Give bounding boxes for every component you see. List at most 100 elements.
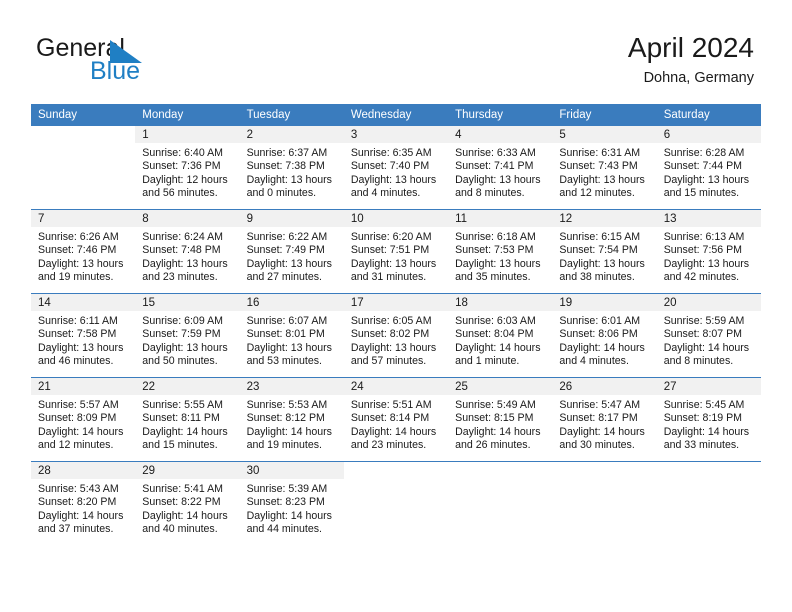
day-cell[interactable]: 9 Sunrise: 6:22 AM Sunset: 7:49 PM Daylight…: [239, 210, 344, 293]
day-cell[interactable]: 4 Sunrise: 6:33 AM Sunset: 7:41 PM Daylight…: [448, 126, 553, 209]
day-number: 24: [343, 378, 449, 395]
daylight-text-line1: Daylight: 13 hours: [38, 341, 124, 354]
day-cell[interactable]: 25 Sunrise: 5:49 AM Sunset: 8:15 PM Dayligh…: [448, 378, 553, 461]
day-number: 30: [239, 462, 344, 479]
title-block: April 2024 Dohna, Germany: [628, 33, 754, 87]
calendar-cell: [31, 126, 136, 210]
calendar-week-row: 7 Sunrise: 6:26 AM Sunset: 7:46 PM Daylight…: [31, 209, 761, 294]
day-cell[interactable]: 29 Sunrise: 5:41 AM Sunset: 8:22 PM Dayligh…: [135, 462, 240, 545]
weekday-header-thursday: Thursday: [448, 104, 553, 126]
weekday-header-monday: Monday: [135, 104, 240, 126]
day-cell[interactable]: 17 Sunrise: 6:05 AM Sunset: 8:02 PM Dayligh…: [343, 294, 449, 377]
daylight-text-line2: and 30 minutes.: [559, 439, 635, 452]
day-cell[interactable]: 13 Sunrise: 6:13 AM Sunset: 7:56 PM Dayligh…: [656, 210, 761, 293]
calendar-cell: 8 Sunrise: 6:24 AM Sunset: 7:48 PM Daylight…: [135, 209, 240, 294]
day-cell[interactable]: 10 Sunrise: 6:20 AM Sunset: 7:51 PM Dayligh…: [343, 210, 449, 293]
day-info: Sunrise: 5:53 AM Sunset: 8:12 PM Daylight:…: [240, 395, 344, 453]
daylight-text-line2: and 19 minutes.: [38, 271, 114, 284]
sunset-text: Sunset: 8:01 PM: [246, 328, 325, 341]
day-info: Sunrise: 5:45 AM Sunset: 8:19 PM Daylight:…: [657, 395, 761, 453]
calendar-cell: 21 Sunrise: 5:57 AM Sunset: 8:09 PM Dayligh…: [31, 377, 136, 462]
day-cell[interactable]: 16 Sunrise: 6:07 AM Sunset: 8:01 PM Dayligh…: [239, 294, 344, 377]
day-cell[interactable]: 3 Sunrise: 6:35 AM Sunset: 7:40 PM Daylight…: [343, 126, 449, 209]
calendar-cell: 4 Sunrise: 6:33 AM Sunset: 7:41 PM Daylight…: [448, 126, 553, 210]
page-title: April 2024: [627, 32, 754, 63]
sunrise-text: Sunrise: 5:53 AM: [246, 399, 328, 411]
day-number: 26: [552, 378, 657, 395]
sunrise-text: Sunrise: 5:41 AM: [142, 483, 223, 495]
daylight-text-line1: Daylight: 13 hours: [559, 173, 645, 186]
daylight-text-line1: Daylight: 14 hours: [663, 425, 750, 438]
sunrise-text: Sunrise: 6:37 AM: [246, 147, 328, 159]
day-cell[interactable]: 24 Sunrise: 5:51 AM Sunset: 8:14 PM Dayligh…: [343, 378, 449, 461]
daylight-text-line1: Daylight: 13 hours: [246, 173, 332, 186]
sunset-text: Sunset: 8:02 PM: [350, 328, 430, 341]
day-cell[interactable]: 20 Sunrise: 5:59 AM Sunset: 8:07 PM Dayligh…: [656, 294, 761, 377]
sunrise-text: Sunrise: 6:18 AM: [455, 231, 536, 243]
sunset-text: Sunset: 7:43 PM: [559, 160, 638, 173]
day-number: 20: [656, 294, 761, 311]
day-cell[interactable]: 21 Sunrise: 5:57 AM Sunset: 8:09 PM Dayligh…: [31, 378, 136, 461]
day-cell[interactable]: 19 Sunrise: 6:01 AM Sunset: 8:06 PM Dayligh…: [552, 294, 657, 377]
day-number: 25: [448, 378, 553, 395]
sunrise-text: Sunrise: 5:47 AM: [559, 399, 641, 411]
sunset-text: Sunset: 7:56 PM: [663, 244, 743, 257]
day-number: 8: [135, 210, 240, 227]
sunset-text: Sunset: 7:58 PM: [38, 328, 117, 341]
day-number: 19: [552, 294, 657, 311]
day-number: 16: [239, 294, 344, 311]
day-info: Sunrise: 6:26 AM Sunset: 7:46 PM Daylight:…: [31, 227, 135, 285]
daylight-text-line2: and 37 minutes.: [38, 523, 114, 536]
daylight-text-line2: and 23 minutes.: [350, 439, 427, 452]
day-cell[interactable]: 30 Sunrise: 5:39 AM Sunset: 8:23 PM Dayligh…: [239, 462, 344, 545]
sunrise-text: Sunrise: 5:55 AM: [142, 399, 223, 411]
daylight-text-line1: Daylight: 14 hours: [246, 509, 332, 522]
daylight-text-line2: and 53 minutes.: [246, 355, 322, 368]
calendar-cell: 30 Sunrise: 5:39 AM Sunset: 8:23 PM Dayligh…: [239, 461, 344, 545]
day-cell[interactable]: 12 Sunrise: 6:15 AM Sunset: 7:54 PM Dayligh…: [552, 210, 657, 293]
day-number: 27: [656, 378, 761, 395]
calendar-cell: [656, 461, 761, 545]
day-cell[interactable]: 22 Sunrise: 5:55 AM Sunset: 8:11 PM Dayligh…: [135, 378, 240, 461]
sunset-text: Sunset: 8:23 PM: [246, 496, 325, 509]
day-cell[interactable]: 23 Sunrise: 5:53 AM Sunset: 8:12 PM Dayligh…: [239, 378, 344, 461]
page-subtitle: Dohna, Germany: [643, 70, 754, 87]
sunset-text: Sunset: 8:22 PM: [142, 496, 221, 509]
day-info: Sunrise: 5:39 AM Sunset: 8:23 PM Daylight:…: [240, 479, 344, 537]
sunset-text: Sunset: 8:09 PM: [38, 412, 117, 425]
sunset-text: Sunset: 7:48 PM: [142, 244, 221, 257]
day-cell[interactable]: 1 Sunrise: 6:40 AM Sunset: 7:36 PM Daylight…: [135, 126, 240, 209]
sunset-text: Sunset: 8:07 PM: [663, 328, 743, 341]
sunset-text: Sunset: 8:06 PM: [559, 328, 638, 341]
sunset-text: Sunset: 8:20 PM: [38, 496, 117, 509]
day-cell[interactable]: 11 Sunrise: 6:18 AM Sunset: 7:53 PM Dayligh…: [448, 210, 553, 293]
calendar-cell: 26 Sunrise: 5:47 AM Sunset: 8:17 PM Dayligh…: [552, 377, 657, 462]
calendar-cell: 5 Sunrise: 6:31 AM Sunset: 7:43 PM Daylight…: [552, 126, 657, 210]
daylight-text-line1: Daylight: 14 hours: [350, 425, 437, 438]
calendar-cell: 28 Sunrise: 5:43 AM Sunset: 8:20 PM Dayligh…: [31, 461, 136, 545]
day-cell[interactable]: 5 Sunrise: 6:31 AM Sunset: 7:43 PM Daylight…: [552, 126, 657, 209]
day-cell[interactable]: 26 Sunrise: 5:47 AM Sunset: 8:17 PM Dayligh…: [552, 378, 657, 461]
sunset-text: Sunset: 7:54 PM: [559, 244, 638, 257]
day-cell[interactable]: 15 Sunrise: 6:09 AM Sunset: 7:59 PM Dayligh…: [135, 294, 240, 377]
day-cell[interactable]: 28 Sunrise: 5:43 AM Sunset: 8:20 PM Dayligh…: [31, 462, 136, 545]
day-cell[interactable]: 27 Sunrise: 5:45 AM Sunset: 8:19 PM Dayligh…: [656, 378, 761, 461]
day-cell[interactable]: 18 Sunrise: 6:03 AM Sunset: 8:04 PM Dayligh…: [448, 294, 553, 377]
day-cell-empty: [31, 126, 136, 209]
calendar-cell: [448, 461, 553, 545]
day-cell[interactable]: 14 Sunrise: 6:11 AM Sunset: 7:58 PM Dayligh…: [31, 294, 136, 377]
daylight-text-line2: and 23 minutes.: [142, 271, 218, 284]
calendar-cell: 23 Sunrise: 5:53 AM Sunset: 8:12 PM Dayligh…: [239, 377, 344, 462]
weekday-header-sunday: Sunday: [31, 104, 136, 126]
day-cell[interactable]: 6 Sunrise: 6:28 AM Sunset: 7:44 PM Daylight…: [656, 126, 761, 209]
day-cell[interactable]: 2 Sunrise: 6:37 AM Sunset: 7:38 PM Daylight…: [239, 126, 344, 209]
day-cell-empty: [343, 462, 449, 545]
day-info: Sunrise: 6:31 AM Sunset: 7:43 PM Daylight:…: [552, 143, 656, 201]
sunset-text: Sunset: 8:15 PM: [455, 412, 534, 425]
day-cell[interactable]: 8 Sunrise: 6:24 AM Sunset: 7:48 PM Daylight…: [135, 210, 240, 293]
brand-logo: General Blue: [36, 36, 296, 92]
calendar-header-row: Sunday Monday Tuesday Wednesday Thursday…: [31, 104, 761, 126]
daylight-text-line2: and 26 minutes.: [455, 439, 531, 452]
day-info: Sunrise: 5:47 AM Sunset: 8:17 PM Daylight:…: [552, 395, 656, 453]
day-cell[interactable]: 7 Sunrise: 6:26 AM Sunset: 7:46 PM Daylight…: [31, 210, 136, 293]
